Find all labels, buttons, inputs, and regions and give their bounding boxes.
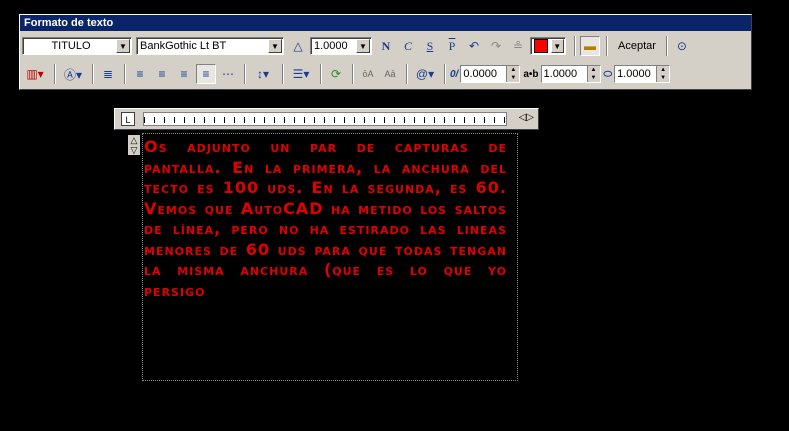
numbering-icon[interactable]: ☰▾ (288, 64, 314, 84)
ruler-icon[interactable]: ▬ (580, 36, 600, 56)
mtext-content[interactable]: Os adjunto un par de capturas de pantall… (144, 137, 507, 301)
text-format-toolbar: Formato de texto TITULO ▼ BankGothic Lt … (19, 14, 752, 90)
separator (606, 36, 608, 56)
chevron-down-icon: ▼ (356, 39, 370, 53)
symbol-icon[interactable]: @▾ (412, 64, 438, 84)
tracking-label: a•b (523, 68, 539, 80)
oblique-angle-spinner[interactable]: 0.0000 ▲ ▼ (460, 65, 521, 83)
text-ruler[interactable]: L ◁▷ (114, 108, 539, 130)
tracking-spinner[interactable]: 1.0000 ▲ ▼ (540, 65, 601, 83)
align-center-icon[interactable]: ≡ (152, 64, 172, 84)
separator (574, 36, 576, 56)
insert-field-icon[interactable]: ⟳ (326, 64, 346, 84)
align-right-icon[interactable]: ≡ (174, 64, 194, 84)
separator (124, 64, 126, 84)
align-left-icon[interactable]: ≡ (130, 64, 150, 84)
separator (320, 64, 322, 84)
ruler-scale[interactable] (143, 112, 507, 126)
text-height-select[interactable]: 1.0000 ▼ (310, 37, 372, 55)
width-factor-icon: ⬭ (603, 68, 613, 80)
chevron-down-icon: ▼ (550, 39, 564, 53)
accept-button[interactable]: Aceptar (612, 40, 662, 52)
justify-icon[interactable]: ≡ (196, 64, 216, 84)
stack-icon[interactable]: ≗ (508, 36, 528, 56)
font-select[interactable]: BankGothic Lt BT ▼ (136, 37, 284, 55)
separator (665, 36, 668, 56)
color-select[interactable]: ▼ (530, 37, 566, 55)
line-spacing-icon[interactable]: ↕▾ (250, 64, 276, 84)
resize-height-icon[interactable]: △ ▽ (128, 135, 140, 155)
tracking-value: 1.0000 (543, 68, 578, 80)
options-icon[interactable]: ⊙ (672, 36, 692, 56)
chevron-down-icon: ▼ (268, 39, 282, 53)
underline-icon[interactable]: S (420, 36, 440, 56)
separator (244, 64, 246, 84)
tab-type-icon[interactable]: L (121, 112, 135, 126)
spinner-arrows-icon[interactable]: ▲ ▼ (506, 66, 520, 82)
lowercase-icon[interactable]: Aā (380, 64, 400, 84)
style-select[interactable]: TITULO ▼ (22, 37, 132, 55)
style-value: TITULO (51, 40, 91, 52)
uppercase-icon[interactable]: ōA (358, 64, 378, 84)
width-factor-spinner[interactable]: 1.0000 ▲ ▼ (614, 65, 671, 83)
separator (406, 64, 408, 84)
redo-icon[interactable]: ↷ (486, 36, 506, 56)
text-height-value: 1.0000 (314, 40, 348, 52)
paragraph-icon[interactable]: ≣ (98, 64, 118, 84)
italic-icon[interactable]: C (398, 36, 418, 56)
distribute-icon[interactable]: ⋯ (218, 64, 238, 84)
oblique-angle-icon: 0/ (450, 68, 459, 80)
mtext-justification-icon[interactable]: Ⓐ▾ (60, 64, 86, 84)
spinner-arrows-icon[interactable]: ▲ ▼ (586, 66, 600, 82)
bold-icon[interactable]: N (376, 36, 396, 56)
toolbar-title[interactable]: Formato de texto (20, 15, 751, 31)
chevron-down-icon: ▼ (116, 39, 130, 53)
separator (444, 64, 446, 84)
separator (282, 64, 284, 84)
separator (54, 64, 56, 84)
columns-icon[interactable]: ▥▾ (22, 64, 48, 84)
toolbar-row-2: ▥▾ Ⓐ▾ ≣ ≡ ≡ ≡ ≡ ⋯ ↕▾ ☰▾ ⟳ ōA Aā @▾ 0/ 0.… (22, 62, 673, 86)
annotative-icon[interactable]: △ (288, 36, 308, 56)
overline-icon[interactable]: P (442, 36, 462, 56)
toolbar-row-1: TITULO ▼ BankGothic Lt BT ▼ △ 1.0000 ▼ N… (22, 34, 694, 58)
color-swatch (534, 39, 548, 53)
spinner-arrows-icon[interactable]: ▲ ▼ (656, 66, 670, 82)
width-factor-value: 1.0000 (617, 68, 651, 80)
separator (92, 64, 94, 84)
oblique-angle-value: 0.0000 (463, 68, 497, 80)
separator (352, 64, 354, 84)
resize-width-icon[interactable]: ◁▷ (519, 112, 534, 123)
undo-icon[interactable]: ↶ (464, 36, 484, 56)
font-value: BankGothic Lt BT (140, 40, 227, 52)
